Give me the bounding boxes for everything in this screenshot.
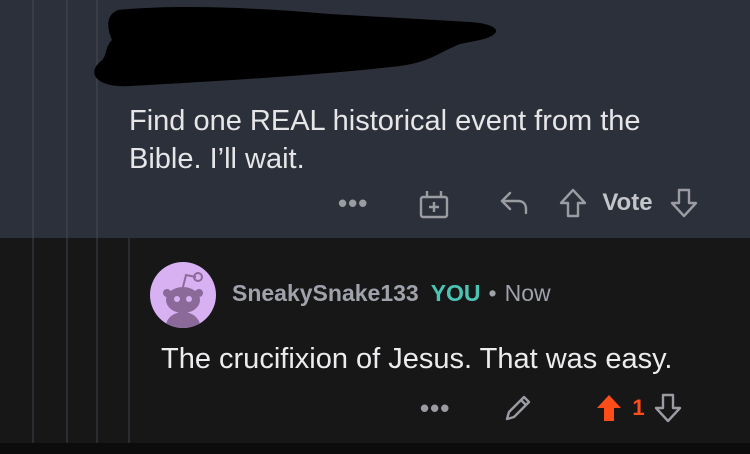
edit-pencil-icon[interactable] bbox=[502, 392, 534, 424]
thread-line[interactable] bbox=[128, 238, 130, 443]
thread-line[interactable] bbox=[96, 238, 98, 443]
more-options-button[interactable]: ••• bbox=[420, 393, 450, 424]
gift-icon[interactable] bbox=[418, 186, 450, 220]
thread-line[interactable] bbox=[66, 238, 68, 443]
parent-comment-text: Find one REAL historical event from the … bbox=[129, 105, 641, 175]
bottom-divider bbox=[0, 443, 750, 454]
reply-comment-text: The crucifixion of Jesus. That was easy. bbox=[161, 343, 673, 375]
downvote-icon[interactable] bbox=[653, 392, 683, 424]
upvote-icon[interactable] bbox=[594, 392, 624, 424]
meta-separator: • bbox=[488, 280, 497, 306]
vote-label: Vote bbox=[602, 189, 653, 216]
vote-score: 1 bbox=[632, 395, 645, 420]
timestamp: Now bbox=[504, 280, 551, 306]
snoo-avatar-icon bbox=[163, 272, 203, 328]
reply-action-bar: ••• 1 bbox=[420, 388, 683, 428]
thread-line[interactable] bbox=[32, 238, 34, 443]
downvote-icon[interactable] bbox=[669, 187, 699, 219]
parent-action-bar: ••• Vote bbox=[338, 183, 699, 223]
avatar[interactable] bbox=[150, 262, 216, 328]
username[interactable]: SneakySnake133 bbox=[232, 280, 419, 307]
reply-meta: SneakySnake133 YOU • Now bbox=[232, 280, 551, 307]
reply-arrow-icon[interactable] bbox=[498, 189, 530, 217]
parent-comment: Find one REAL historical event from the … bbox=[0, 0, 750, 238]
upvote-icon[interactable] bbox=[558, 187, 588, 219]
more-options-button[interactable]: ••• bbox=[338, 188, 368, 219]
redaction-mark bbox=[94, 7, 497, 87]
you-badge: YOU bbox=[430, 280, 481, 306]
